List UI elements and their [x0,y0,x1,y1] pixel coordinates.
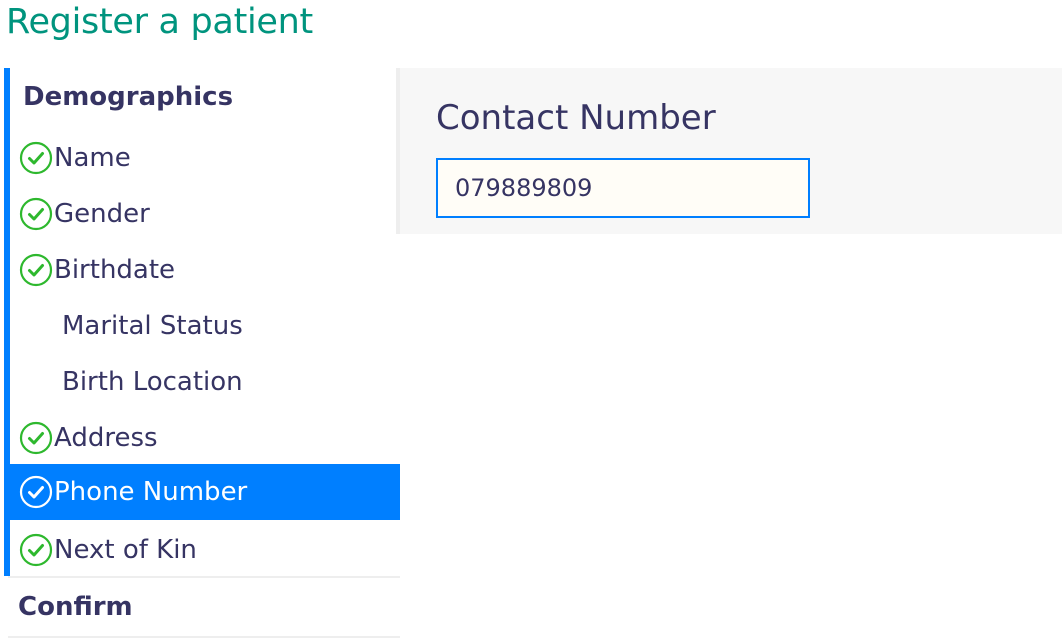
nav-item-phone-number[interactable]: Phone Number [10,464,400,520]
registration-sidebar: Demographics Name Gender Birthdate Marit… [4,68,400,642]
nav-item-label: Next of Kin [54,535,197,565]
nav-item-next-of-kin[interactable]: Next of Kin [10,522,400,578]
nav-item-label: Address [54,423,158,453]
check-circle-icon [19,141,53,175]
nav-item-gender[interactable]: Gender [10,186,400,242]
nav-item-label: Name [54,143,131,173]
nav-item-label: Marital Status [62,311,243,341]
check-circle-icon [19,533,53,567]
check-circle-icon [19,475,53,509]
divider [8,576,400,578]
section-heading-demographics[interactable]: Demographics [23,82,233,112]
contact-number-label: Contact Number [436,98,716,138]
divider [8,636,400,638]
nav-item-name[interactable]: Name [10,130,400,186]
check-circle-icon [19,253,53,287]
nav-item-marital-status[interactable]: Marital Status [10,298,400,354]
contact-number-input[interactable] [436,158,810,218]
nav-item-label: Birthdate [54,255,176,285]
check-circle-icon [19,421,53,455]
nav-item-birthdate[interactable]: Birthdate [10,242,400,298]
nav-item-label: Phone Number [54,477,248,507]
nav-item-address[interactable]: Address [10,410,400,466]
check-circle-icon [19,197,53,231]
form-panel: Contact Number [400,68,1062,234]
nav-item-birth-location[interactable]: Birth Location [10,354,400,410]
section-heading-confirm[interactable]: Confirm [18,592,133,622]
nav-item-label: Birth Location [62,367,243,397]
page-title: Register a patient [6,2,313,42]
nav-item-label: Gender [54,199,150,229]
